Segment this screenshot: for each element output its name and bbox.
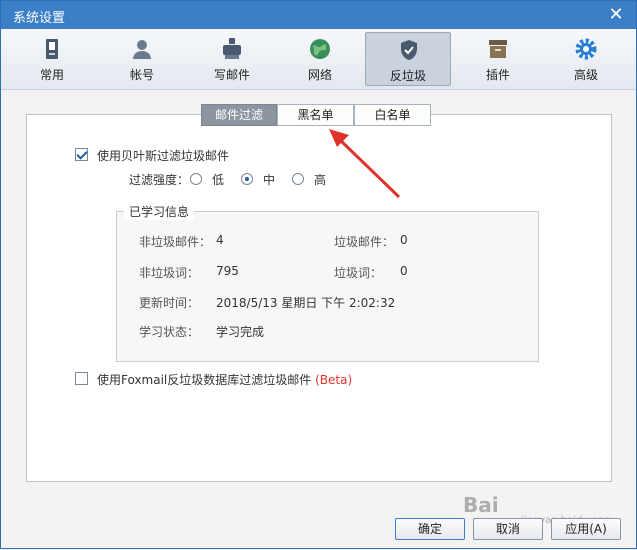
- tab-whitelist[interactable]: 白名单: [354, 104, 431, 126]
- filter-strength-label: 过滤强度：: [129, 173, 190, 187]
- toolbar-item-advanced[interactable]: 高级: [543, 32, 629, 86]
- close-icon[interactable]: ✕: [606, 5, 626, 25]
- ham-mail-count: 4: [216, 233, 224, 247]
- foxmail-db-checkbox[interactable]: [75, 372, 88, 385]
- tab-mail-filter[interactable]: 邮件过滤: [201, 104, 277, 126]
- network-icon: [310, 39, 330, 59]
- foxmail-db-text: 使用Foxmail反垃圾数据库过滤垃圾邮件: [97, 373, 312, 387]
- update-time-label: 更新时间：: [139, 296, 200, 310]
- strength-low-radio[interactable]: [190, 173, 202, 185]
- ham-mail-label: 非垃圾邮件：: [139, 235, 212, 249]
- ham-words-label: 非垃圾词：: [139, 266, 200, 280]
- toolbar-label: 高级: [573, 68, 598, 82]
- strength-high-radio[interactable]: [292, 173, 304, 185]
- ham-words-count: 795: [216, 264, 239, 278]
- toolbar-item-plugin[interactable]: 插件: [455, 32, 541, 86]
- toolbar-item-antispam[interactable]: 反垃圾: [365, 32, 451, 86]
- foxmail-db-label: 使用Foxmail反垃圾数据库过滤垃圾邮件 (Beta): [97, 371, 352, 388]
- tab-blacklist[interactable]: 黑名单: [277, 104, 354, 126]
- toolbar-label: 常用: [39, 68, 64, 82]
- bayes-filter-label: 使用贝叶斯过滤垃圾邮件: [97, 149, 230, 163]
- learned-info-legend: 已学习信息: [124, 203, 195, 220]
- toolbar-label: 反垃圾: [389, 69, 426, 83]
- settings-window: 系统设置 ✕ 常用 帐号 写邮件 网络 反垃圾 插件 高级 邮件过滤 黑名单 白…: [0, 0, 637, 549]
- compose-icon: [223, 38, 241, 59]
- antispam-shield-icon: [401, 40, 417, 60]
- general-icon: [46, 39, 58, 59]
- toolbar-item-network[interactable]: 网络: [277, 32, 363, 86]
- update-time-value: 2018/5/13 星期日 下午 2:02:32: [216, 296, 396, 310]
- ok-button[interactable]: 确定: [395, 518, 465, 540]
- strength-medium-label: 中: [263, 173, 276, 187]
- toolbar-item-account[interactable]: 帐号: [99, 32, 185, 86]
- plugin-icon: [489, 40, 507, 58]
- spam-mail-label: 垃圾邮件：: [334, 235, 395, 249]
- spam-mail-count: 0: [400, 233, 408, 247]
- toolbar-label: 插件: [485, 68, 510, 82]
- toolbar-label: 帐号: [129, 68, 154, 82]
- advanced-gear-icon: [575, 38, 597, 60]
- toolbar-item-compose[interactable]: 写邮件: [189, 32, 275, 86]
- strength-low-label: 低: [212, 173, 225, 187]
- learn-status-label: 学习状态：: [139, 325, 200, 339]
- apply-button[interactable]: 应用(A): [551, 518, 621, 540]
- learn-status-value: 学习完成: [216, 325, 265, 339]
- cancel-button[interactable]: 取消: [473, 518, 543, 540]
- category-toolbar: 常用 帐号 写邮件 网络 反垃圾 插件 高级: [1, 29, 636, 90]
- beta-badge: (Beta): [315, 373, 353, 387]
- title-bar: 系统设置 ✕: [1, 1, 636, 29]
- spam-words-count: 0: [400, 264, 408, 278]
- toolbar-label: 写邮件: [213, 68, 250, 82]
- window-title: 系统设置: [13, 11, 66, 26]
- spam-words-label: 垃圾词：: [334, 266, 383, 280]
- toolbar-item-general[interactable]: 常用: [9, 32, 95, 86]
- bayes-filter-checkbox[interactable]: [75, 148, 88, 161]
- account-icon: [133, 40, 151, 59]
- toolbar-label: 网络: [307, 68, 332, 82]
- watermark-text: Bai: [463, 493, 499, 517]
- strength-high-label: 高: [314, 173, 327, 187]
- strength-medium-radio[interactable]: [241, 173, 253, 185]
